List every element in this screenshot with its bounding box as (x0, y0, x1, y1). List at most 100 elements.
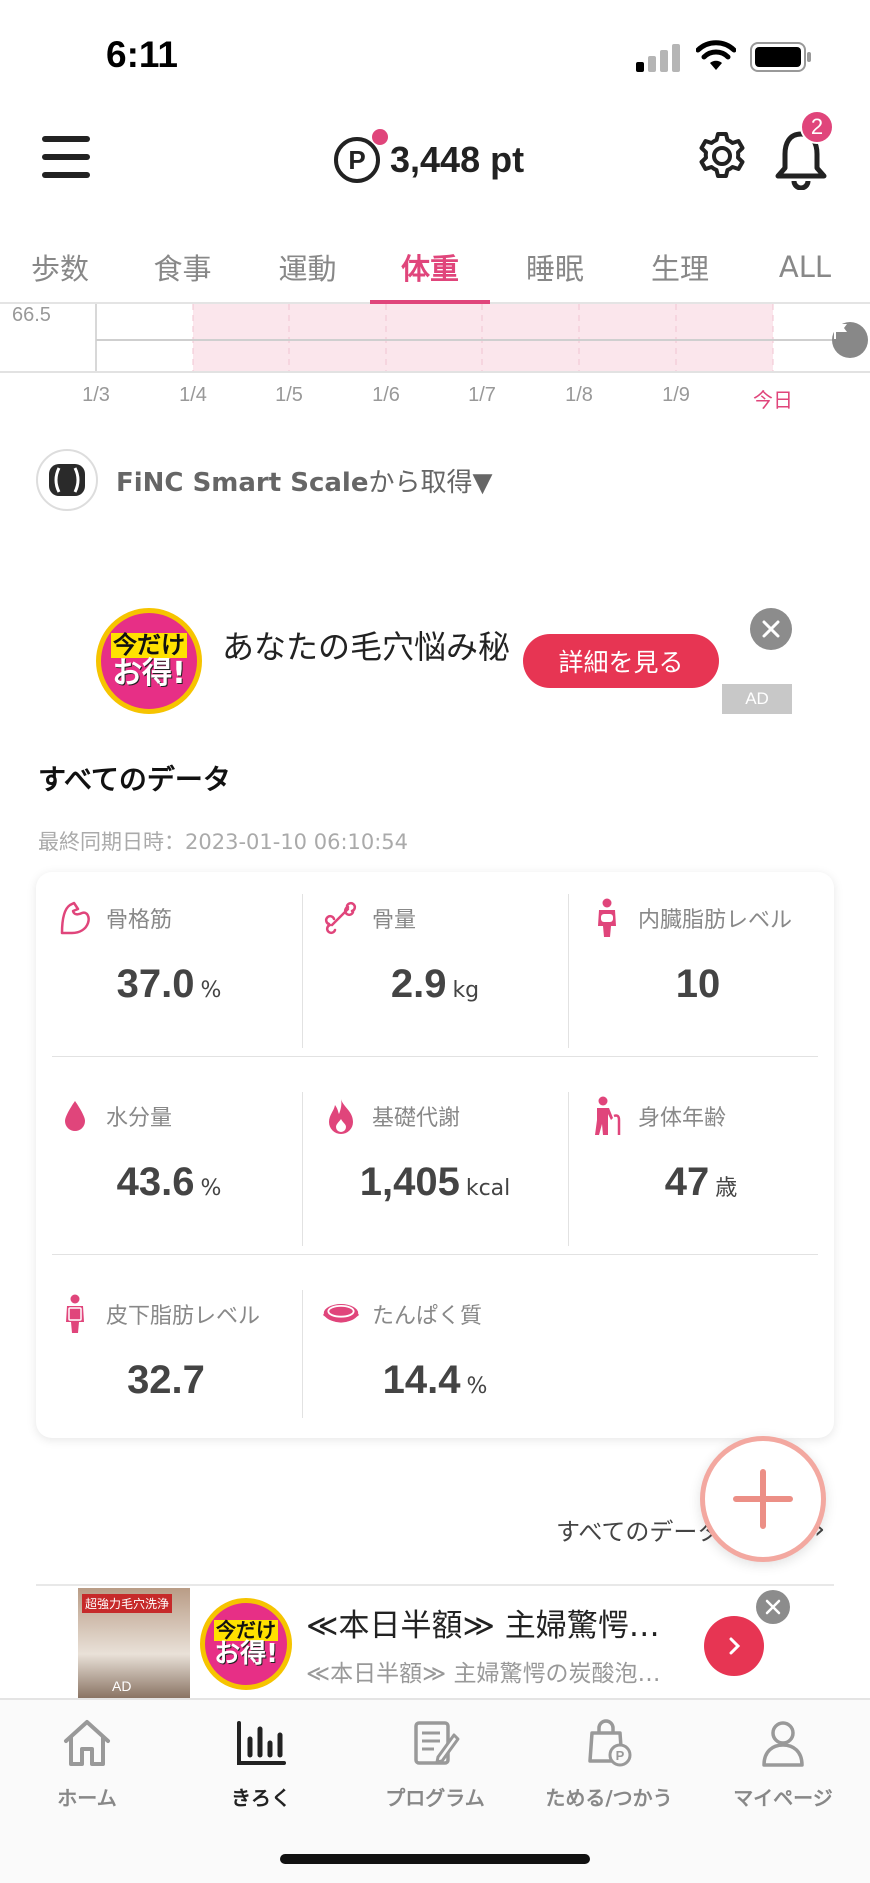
tab-period[interactable]: 生理 (620, 230, 740, 304)
nav-program[interactable]: プログラム (348, 1700, 522, 1820)
flag-icon (834, 324, 847, 339)
metric-value: 47 (664, 1160, 710, 1204)
metric-label: 基礎代謝 (372, 1106, 461, 1131)
tab-exercise[interactable]: 運動 (245, 230, 370, 304)
metric-skeletal-muscle[interactable]: 骨格筋 37.0% (36, 872, 302, 1052)
x-tick-label: 1/5 (275, 384, 303, 406)
tab-sleep[interactable]: 睡眠 (490, 230, 620, 304)
metric-visceral-fat[interactable]: 内臓脂肪レベル 10 (568, 872, 834, 1052)
divider (568, 1092, 569, 1246)
metric-body-water[interactable]: 水分量 43.6% (36, 1070, 302, 1250)
x-tick-label: 1/6 (372, 384, 400, 406)
data-source-selector[interactable]: FiNC Smart Scaleから取得▼ (36, 448, 492, 512)
points-bag-icon: P (579, 1714, 639, 1772)
points-notification-dot (372, 129, 388, 145)
metric-label: たんぱく質 (372, 1304, 483, 1329)
x-tick-label: 1/4 (179, 384, 207, 406)
ad-close-button[interactable] (750, 608, 792, 650)
ad-close-button[interactable] (756, 1590, 790, 1624)
metric-label: 内臓脂肪レベル (638, 908, 793, 933)
metric-bone-mass[interactable]: 骨量 2.9 kg (302, 872, 568, 1052)
last-sync-time: 最終同期日時：2023-01-10 06:10:54 (38, 830, 409, 854)
meat-icon (322, 1292, 360, 1336)
battery-icon (750, 42, 811, 72)
divider (302, 1290, 303, 1418)
weight-chart: 66.5 1/3 1/4 1/5 1/6 1/7 1/8 1/9 今日 (0, 304, 870, 414)
nav-records[interactable]: きろく (174, 1700, 348, 1820)
x-tick-label: 1/9 (662, 384, 690, 406)
x-tick-label: 1/3 (82, 384, 110, 406)
ad-product-image: 超強力毛穴洗浄 AD (78, 1588, 190, 1698)
status-bar: 6:11 (0, 0, 870, 110)
divider (52, 1254, 818, 1255)
chart-icon (231, 1714, 291, 1772)
category-tabs: 歩数 食事 運動 体重 睡眠 生理 ALL (0, 230, 870, 306)
metric-label: 骨格筋 (106, 908, 173, 933)
metric-label: 骨量 (372, 908, 417, 933)
menu-button[interactable] (38, 130, 94, 186)
metric-label: 水分量 (106, 1106, 173, 1131)
app-header: P 3,448 pt 2 (0, 110, 870, 230)
ad-open-button[interactable] (704, 1616, 764, 1676)
metric-unit: % (466, 1374, 488, 1399)
metric-value: 37.0 (116, 962, 195, 1006)
ad-badge-image: 今だけ お得! (96, 608, 202, 714)
metric-unit: kcal (465, 1176, 511, 1201)
section-title: すべてのデータ (38, 763, 231, 796)
metric-basal-metabolism[interactable]: 基礎代謝 1,405 kcal (302, 1070, 568, 1250)
divider (302, 894, 303, 1048)
x-tick-label-today: 今日 (753, 390, 793, 412)
data-source-label: FiNC Smart Scaleから取得▼ (116, 467, 493, 498)
bone-icon (322, 896, 360, 940)
muscle-icon (56, 896, 94, 940)
tab-weight[interactable]: 体重 (370, 230, 490, 306)
signal-icon (636, 44, 680, 72)
metric-value: 14.4 (382, 1358, 461, 1402)
nav-points[interactable]: P ためる/つかう (522, 1700, 696, 1820)
ad-title: あなたの毛穴悩み秘 (222, 628, 511, 666)
svg-text:P: P (616, 1748, 625, 1763)
ad-banner-bottom[interactable]: 超強力毛穴洗浄 AD 今だけ お得! ≪本日半額≫ 主婦驚愕… ≪本日半額≫ 主… (78, 1588, 778, 1698)
goal-flag-button[interactable] (832, 322, 868, 358)
divider (568, 894, 569, 1048)
status-time: 6:11 (106, 34, 179, 75)
points-display[interactable]: P 3,448 pt (334, 129, 525, 190)
metric-value: 10 (675, 962, 721, 1006)
points-value: 3,448 pt (390, 139, 525, 180)
points-icon: P (334, 129, 388, 183)
program-icon (405, 1714, 465, 1772)
smart-scale-logo (36, 449, 98, 511)
metric-unit: kg (452, 978, 480, 1003)
chart-canvas (0, 304, 870, 373)
metric-label: 皮下脂肪レベル (106, 1304, 261, 1329)
chart-band (193, 304, 773, 372)
ad-badge-image: 今だけ お得! (200, 1598, 292, 1690)
tab-steps[interactable]: 歩数 (0, 230, 120, 304)
close-icon (762, 620, 780, 638)
water-drop-icon (56, 1094, 94, 1138)
see-all-data-link[interactable]: すべてのデータ (556, 1512, 721, 1547)
metric-value: 1,405 (359, 1160, 460, 1204)
visceral-fat-icon (588, 896, 626, 940)
metric-value: 32.7 (127, 1358, 205, 1402)
metric-unit: % (200, 978, 222, 1003)
wifi-icon (696, 40, 736, 70)
metric-body-age[interactable]: 身体年齢 47 歳 (568, 1070, 834, 1250)
metric-value: 43.6 (116, 1160, 195, 1204)
metric-protein[interactable]: たんぱく質 14.4% (302, 1268, 568, 1448)
ad-label: AD (722, 684, 792, 714)
ad-details-button[interactable]: 詳細を見る (523, 634, 719, 688)
body-fat-icon (56, 1292, 94, 1336)
tab-meals[interactable]: 食事 (120, 230, 245, 304)
flame-icon (322, 1094, 360, 1138)
y-axis-label: 66.5 (12, 304, 51, 326)
ad-banner-top[interactable]: 今だけ お得! あなたの毛穴悩み秘 詳細を見る AD (90, 600, 800, 720)
metric-value: 2.9 (390, 962, 447, 1006)
tab-all[interactable]: ALL (740, 230, 870, 304)
nav-mypage[interactable]: マイページ (696, 1700, 870, 1820)
metric-unit: 歳 (715, 1176, 738, 1201)
add-record-button[interactable] (700, 1436, 826, 1562)
metric-subcutaneous-fat[interactable]: 皮下脂肪レベル 32.7 (36, 1268, 302, 1448)
nav-home[interactable]: ホーム (0, 1700, 174, 1820)
gear-icon[interactable] (696, 130, 748, 182)
